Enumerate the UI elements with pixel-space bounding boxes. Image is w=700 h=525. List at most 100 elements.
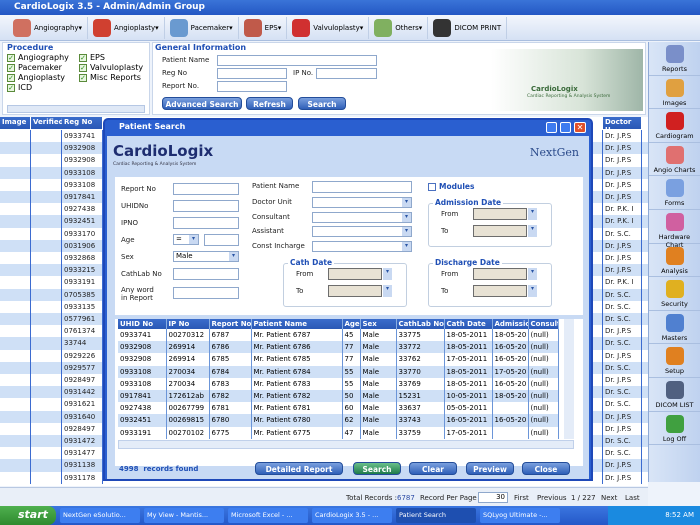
chevron-down-icon[interactable]: ▾: [383, 268, 392, 280]
table-row[interactable]: 0932908 269914 6786 Mr. Patient 6786 77 Male 3…: [118, 341, 559, 354]
cath-from-date-picker[interactable]: [328, 268, 382, 280]
cath-to-date-picker[interactable]: [328, 285, 382, 297]
column-header[interactable]: CathLab No: [396, 319, 445, 329]
column-header[interactable]: Patient Name: [251, 319, 343, 329]
sidebar-item-hardware-chart[interactable]: Hardware Chart: [649, 210, 700, 249]
discharge-to-date-picker[interactable]: [473, 285, 527, 297]
toolbar-dicom-print-button[interactable]: DICOM PRINT: [428, 16, 508, 39]
horizontal-scrollbar[interactable]: [118, 440, 574, 449]
sex-select[interactable]: Male ▾: [173, 251, 239, 262]
close-button[interactable]: Close: [522, 462, 570, 475]
consultant-select[interactable]: ▾: [312, 212, 412, 223]
table-row[interactable]: 0932908 269914 6785 Mr. Patient 6785 77 Male 3…: [118, 353, 559, 366]
dialog-search-button[interactable]: Search: [353, 462, 401, 475]
checkbox-misc-reports[interactable]: ✓ Misc Reports: [79, 73, 141, 82]
age-input[interactable]: [204, 234, 239, 246]
records-per-page-input[interactable]: 30: [478, 492, 508, 503]
table-row[interactable]: 0933741 00270312 6787 Mr. Patient 6787 45 Mal…: [118, 329, 559, 342]
table-row[interactable]: 0932451 00269815 6780 Mr. Patient 6780 62 Mal…: [118, 414, 559, 427]
assistant-select[interactable]: ▾: [312, 226, 412, 237]
table-row[interactable]: 0933191 00270102 6775 Mr. Patient 6775 47 Mal…: [118, 426, 559, 439]
any-word-input[interactable]: [173, 287, 239, 299]
advanced-search-button[interactable]: Advanced Search: [162, 97, 242, 110]
patient-name-input[interactable]: [217, 55, 377, 66]
minimize-button[interactable]: [546, 122, 557, 133]
preview-button[interactable]: Preview: [466, 462, 514, 475]
column-header[interactable]: Sex: [360, 319, 397, 329]
last-page-link[interactable]: Last: [625, 494, 640, 502]
ipno-input[interactable]: [173, 217, 239, 229]
chevron-down-icon[interactable]: ▾: [528, 225, 537, 237]
toolbar-angioplasty-button[interactable]: Angioplasty ▾: [88, 16, 165, 39]
start-button[interactable]: start: [0, 506, 56, 525]
cathlab-input[interactable]: [173, 268, 239, 280]
discharge-from-date-picker[interactable]: [473, 268, 527, 280]
chevron-down-icon[interactable]: ▾: [528, 285, 537, 297]
patient-name-input[interactable]: [312, 181, 412, 193]
toolbar-others-button[interactable]: Others ▾: [369, 16, 429, 39]
taskbar-item[interactable]: Patient Search: [396, 508, 476, 523]
previous-page-link[interactable]: Previous: [537, 494, 567, 502]
column-header[interactable]: Reg No: [62, 117, 102, 129]
table-row[interactable]: 0933108 270034 6783 Mr. Patient 6783 55 Male 3…: [118, 377, 559, 390]
table-row[interactable]: 0917841 172612ab 6782 Mr. Patient 6782 50 Mal…: [118, 389, 559, 403]
chevron-down-icon[interactable]: ▾: [528, 268, 537, 280]
admission-from-date-picker[interactable]: [473, 208, 527, 220]
chevron-down-icon[interactable]: ▾: [383, 285, 392, 297]
taskbar-item[interactable]: CardioLogix 3.5 - ...: [312, 508, 392, 523]
sidebar-item-dicom-list[interactable]: DICOM LIST: [649, 378, 700, 412]
detailed-report-button[interactable]: Detailed Report: [255, 462, 343, 475]
toolbar-eps-button[interactable]: EPS ▾: [239, 16, 288, 39]
sidebar-item-security[interactable]: Security: [649, 277, 700, 311]
first-page-link[interactable]: First: [514, 494, 529, 502]
horizontal-scrollbar[interactable]: [7, 105, 145, 113]
age-operator-select[interactable]: = ▾: [173, 234, 199, 245]
sidebar-item-masters[interactable]: Masters: [649, 311, 700, 345]
sidebar-item-angio-charts[interactable]: Angio Charts: [649, 143, 700, 177]
const-incharge-select[interactable]: ▾: [312, 241, 412, 252]
column-header[interactable]: Verified: [31, 117, 64, 129]
sidebar-item-setup[interactable]: Setup: [649, 344, 700, 378]
column-header[interactable]: Cath Date: [444, 319, 493, 329]
checkbox-pacemaker[interactable]: ✓ Pacemaker: [7, 63, 62, 72]
chevron-down-icon[interactable]: ▾: [528, 208, 537, 220]
vertical-scrollbar[interactable]: [564, 319, 574, 439]
report-no-input[interactable]: [217, 81, 287, 92]
sidebar-item-forms[interactable]: Forms: [649, 176, 700, 210]
modules-checkbox[interactable]: Modules: [428, 182, 474, 191]
table-row[interactable]: 0927438 00267799 6781 Mr. Patient 6781 60 Mal…: [118, 402, 559, 415]
reg-no-input[interactable]: [217, 68, 287, 79]
toolbar-angiography-button[interactable]: Angiography ▾: [8, 16, 89, 39]
close-window-button[interactable]: ✕: [574, 122, 586, 133]
report-no-input[interactable]: [173, 183, 239, 195]
checkbox-eps[interactable]: ✓ EPS: [79, 53, 105, 62]
uhid-input[interactable]: [173, 200, 239, 212]
sidebar-item-images[interactable]: Images: [649, 76, 700, 110]
column-header[interactable]: Admission: [492, 319, 529, 329]
search-button[interactable]: Search: [298, 97, 346, 110]
ip-no-input[interactable]: [316, 68, 377, 79]
column-header[interactable]: Report No: [209, 319, 252, 329]
column-header[interactable]: Doctor U: [603, 117, 641, 134]
table-row[interactable]: 0933108 270034 6784 Mr. Patient 6784 55 Male 3…: [118, 365, 559, 378]
next-page-link[interactable]: Next: [601, 494, 617, 502]
checkbox-icd[interactable]: ✓ ICD: [7, 83, 32, 92]
sidebar-item-log-off[interactable]: Log Off: [649, 412, 700, 446]
checkbox-valvuloplasty[interactable]: ✓ Valvuloplasty: [79, 63, 143, 72]
clear-button[interactable]: Clear: [409, 462, 457, 475]
maximize-button[interactable]: [560, 122, 571, 133]
checkbox-angiography[interactable]: ✓ Angiography: [7, 53, 69, 62]
sidebar-item-reports[interactable]: Reports: [649, 42, 700, 76]
column-header[interactable]: Consult: [528, 319, 559, 329]
taskbar-item[interactable]: Microsoft Excel - ...: [228, 508, 308, 523]
refresh-button[interactable]: Refresh: [246, 97, 293, 110]
column-header[interactable]: Age: [342, 319, 361, 329]
column-header[interactable]: UHID No: [118, 319, 167, 329]
column-header[interactable]: Image: [0, 117, 30, 129]
toolbar-valvuloplasty-button[interactable]: Valvuloplasty ▾: [287, 16, 370, 39]
toolbar-pacemaker-button[interactable]: Pacemaker ▾: [165, 16, 239, 39]
column-header[interactable]: IP No: [166, 319, 210, 329]
admission-to-date-picker[interactable]: [473, 225, 527, 237]
sidebar-item-cardiogram[interactable]: Cardiogram: [649, 109, 700, 143]
taskbar-item[interactable]: NextGen eSolutio...: [60, 508, 140, 523]
